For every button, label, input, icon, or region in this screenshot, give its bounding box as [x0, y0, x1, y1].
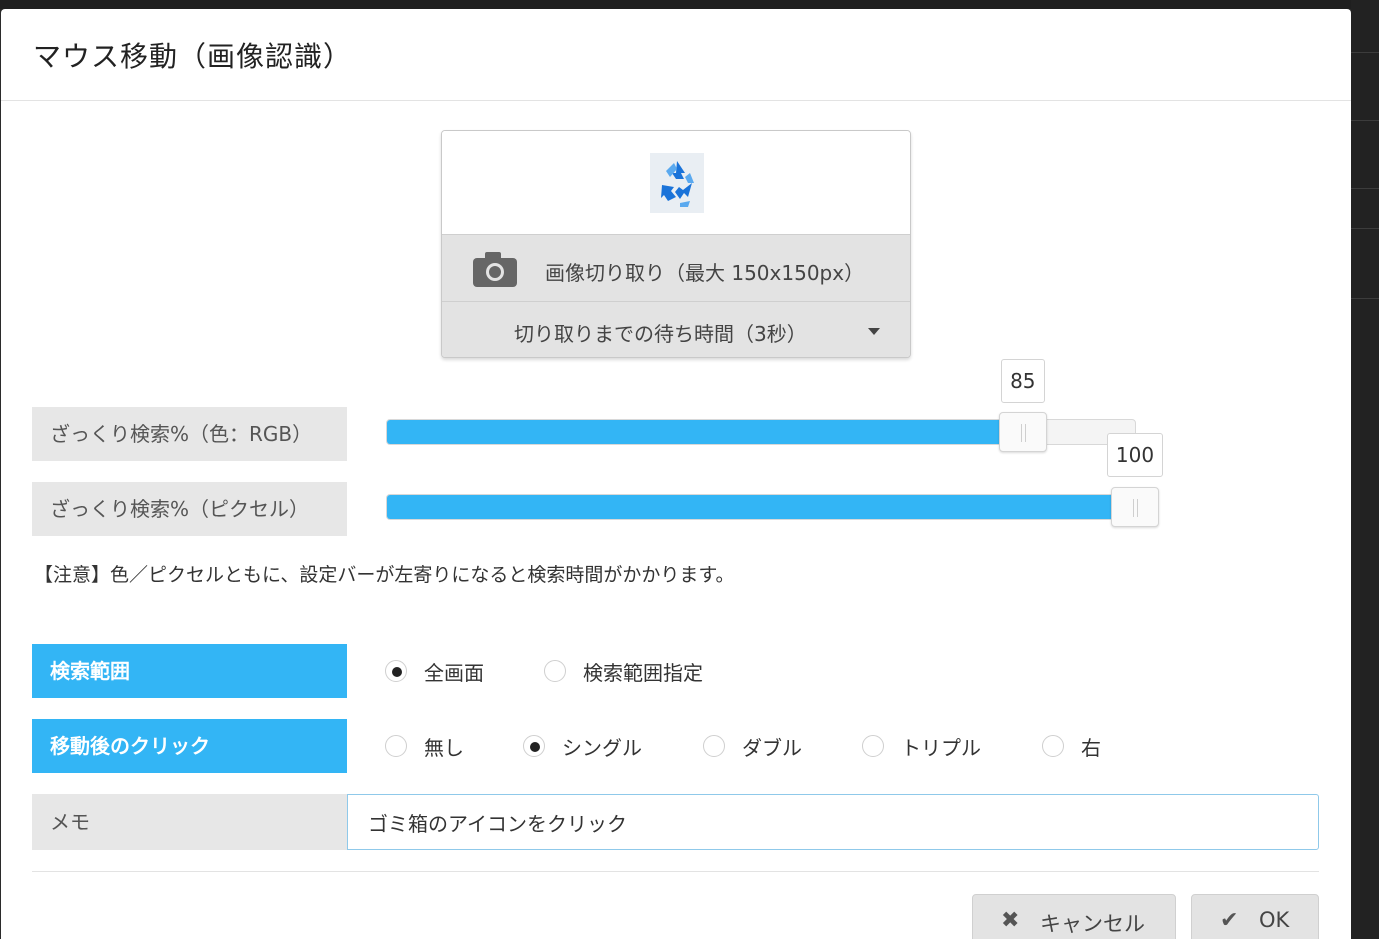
radio-circle[interactable] — [862, 735, 884, 757]
pixel-tolerance-value: 100 — [1106, 433, 1164, 477]
search-time-notice: 【注意】色／ピクセルともに、設定バーが左寄りになると検索時間がかかります。 — [34, 564, 735, 586]
check-icon: ✔ — [1220, 908, 1239, 933]
pixel-tolerance-fill — [387, 495, 1135, 519]
image-capture-panel: 画像切り取り（最大 150x150px） 切り取りまでの待ち時間（3秒） — [441, 130, 911, 358]
radio-circle[interactable] — [523, 735, 545, 757]
radio-label: 右 — [1081, 736, 1101, 760]
radio-label: シングル — [562, 736, 642, 760]
cancel-button-label: キャンセル — [1040, 912, 1145, 936]
radio-circle[interactable] — [1042, 735, 1064, 757]
pixel-tolerance-slider[interactable] — [386, 494, 1136, 520]
radio-circle[interactable] — [385, 735, 407, 757]
radio-label: ダブル — [742, 736, 802, 760]
memo-label: メモ — [32, 794, 347, 850]
color-tolerance-value: 85 — [1001, 359, 1045, 403]
radio-circle[interactable] — [385, 660, 407, 682]
dialog-title: マウス移動（画像認識） — [33, 40, 353, 73]
caret-down-icon — [868, 328, 880, 335]
search-range-label: 検索範囲 — [32, 644, 347, 698]
crop-image-label: 画像切り取り（最大 150x150px） — [545, 261, 865, 285]
click-after-move-label: 移動後のクリック — [32, 719, 347, 773]
radio-circle[interactable] — [544, 660, 566, 682]
pixel-tolerance-label: ざっくり検索%（ピクセル） — [32, 482, 347, 536]
ok-button[interactable]: ✔ OK — [1191, 894, 1319, 939]
memo-input[interactable] — [347, 794, 1319, 850]
camera-icon — [473, 251, 517, 291]
color-tolerance-fill — [387, 420, 1023, 444]
radio-label: トリプル — [901, 736, 981, 760]
mouse-move-dialog: マウス移動（画像認識） 画像切り取り（最大 150x150px） 切り取りまでの… — [1, 9, 1351, 939]
color-tolerance-label: ざっくり検索%（色：RGB） — [32, 407, 347, 461]
background-app-right — [1351, 0, 1379, 939]
radio-label: 検索範囲指定 — [583, 661, 703, 685]
image-preview — [442, 131, 910, 234]
dialog-header: マウス移動（画像認識） — [1, 9, 1351, 101]
pixel-tolerance-handle[interactable] — [1111, 487, 1159, 527]
background-app-strip — [0, 0, 1379, 9]
ok-button-label: OK — [1259, 908, 1290, 932]
color-tolerance-handle[interactable] — [998, 412, 1047, 452]
footer-divider — [32, 871, 1319, 872]
close-icon: ✖ — [1001, 908, 1020, 933]
recycle-bin-icon — [650, 153, 704, 213]
crop-image-button[interactable]: 画像切り取り（最大 150x150px） — [442, 234, 910, 302]
wait-time-label: 切り取りまでの待ち時間（3秒） — [514, 322, 807, 346]
cancel-button[interactable]: ✖ キャンセル — [972, 894, 1176, 939]
radio-label: 無し — [424, 736, 464, 760]
wait-time-dropdown[interactable]: 切り取りまでの待ち時間（3秒） — [442, 302, 910, 357]
radio-circle[interactable] — [703, 735, 725, 757]
radio-label: 全画面 — [424, 661, 484, 685]
